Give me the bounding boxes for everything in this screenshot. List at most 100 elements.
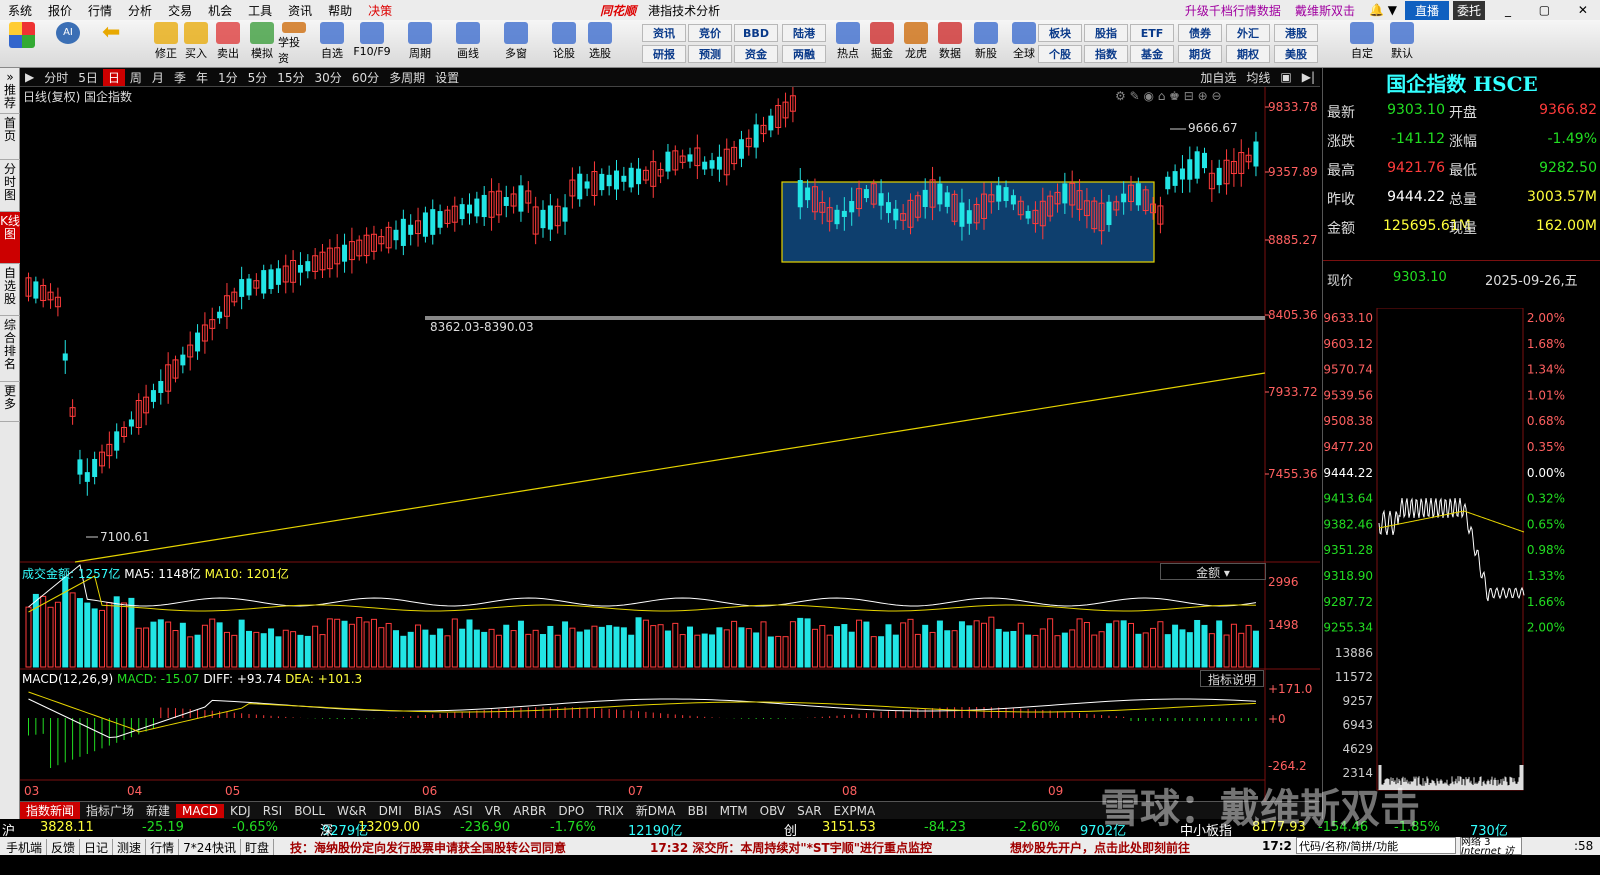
quick-link-top-4[interactable]: 板块 [1038,24,1082,42]
sidebar-item-recommend[interactable]: » 推荐 [0,68,20,114]
collapse-icon[interactable]: ▶| [1297,70,1320,84]
period-2[interactable]: 日 [102,68,125,86]
period-7[interactable]: 1分 [213,69,243,86]
quick-link-bottom-9[interactable]: 美股 [1274,45,1318,63]
quick-link-bottom-4[interactable]: 个股 [1038,45,1082,63]
toolbar-button-1[interactable]: 买入 [180,22,212,66]
indicator-tab-0[interactable]: 指数新闻 [20,802,81,819]
period-11[interactable]: 60分 [347,69,384,86]
menu-item-decision[interactable]: 决策 [360,2,400,19]
indicator-tab-2[interactable]: 新建 [140,802,176,819]
sidebar-item-ranking[interactable]: 综合排名 [0,316,20,382]
toolbar-button-16[interactable]: 新股 [970,22,1002,66]
upgrade-link[interactable]: 升级千档行情数据 [1185,2,1281,19]
search-input[interactable]: 代码/名称/简拼/功能 [1296,837,1456,854]
quick-link-top-9[interactable]: 港股 [1274,24,1318,42]
kline-chart[interactable]: 9666.67 7100.61 8362.03-8390.03 日线(复权) 国… [20,87,1320,801]
status-link-4[interactable]: 行情 [146,839,180,856]
news-ticker-2[interactable]: 17:32 深交所：本周持续对"*ST宇顺"进行重点监控 [650,839,932,856]
live-button[interactable]: 直播 [1404,0,1449,20]
sidebar-item-more[interactable]: 更多 [0,382,20,422]
add-watchlist-button[interactable]: 加自选 [1195,69,1241,86]
period-4[interactable]: 月 [147,69,169,86]
quick-link-bottom-3[interactable]: 两融 [782,45,826,63]
quick-link-top-7[interactable]: 债券 [1178,24,1222,42]
window-controls[interactable]: _ ▢ ✕ [1505,3,1600,17]
indicator-tab-17[interactable]: MTM [714,804,754,818]
indicator-tab-6[interactable]: BOLL [288,804,331,818]
quick-link-top-6[interactable]: ETF [1130,24,1174,42]
indicator-tab-19[interactable]: SAR [791,804,827,818]
user-name[interactable]: 戴维斯双击 [1295,2,1355,19]
period-12[interactable]: 多周期 [384,69,430,86]
quick-link-bottom-2[interactable]: 资金 [734,45,778,63]
home-logo-icon[interactable] [6,22,38,66]
indicator-tab-12[interactable]: ARBR [507,804,552,818]
toolbar-button-17[interactable]: 全球 [1008,22,1040,66]
back-arrow-icon[interactable]: ⬅ [98,22,130,66]
status-link-3[interactable]: 测速 [113,839,147,856]
menu-item-trade[interactable]: 交易 [160,2,200,19]
play-icon[interactable]: ▶ [20,70,39,84]
period-1[interactable]: 5日 [73,69,103,86]
quick-link-top-1[interactable]: 竞价 [688,24,732,42]
toolbar-button-3[interactable]: 模拟 [246,22,278,66]
toolbar-button-18[interactable]: 自定 [1346,22,1378,66]
toolbar-button-0[interactable]: 修正 [150,22,182,66]
indicator-tab-1[interactable]: 指标广场 [80,802,140,819]
indicator-help-button[interactable]: 指标说明 [1200,670,1264,687]
ai-icon[interactable]: AI [52,22,84,66]
indicator-tab-9[interactable]: BIAS [408,804,448,818]
menu-item-analysis[interactable]: 分析 [120,2,160,19]
menu-item-news[interactable]: 资讯 [280,2,320,19]
toolbar-button-5[interactable]: 自选 [316,22,348,66]
toolbar-button-9[interactable]: 多窗 [500,22,532,66]
quick-link-top-0[interactable]: 资讯 [642,24,686,42]
indicator-tab-13[interactable]: DPO [552,804,590,818]
quick-link-top-8[interactable]: 外汇 [1226,24,1270,42]
chart-tool-icons[interactable]: ⚙ ✎ ◉ ⌂ ♚ ⊟ ⊕ ⊖ [1115,89,1222,103]
sidebar-item-timeshare[interactable]: 分时图 [0,160,20,212]
toolbar-button-11[interactable]: 选股 [584,22,616,66]
period-13[interactable]: 设置 [430,69,464,86]
menu-item-opportunity[interactable]: 机会 [200,2,240,19]
sidebar-item-watchlist[interactable]: 自选股 [0,264,20,316]
period-5[interactable]: 季 [169,69,191,86]
volume-selector[interactable]: 金额 ▾ [1160,563,1266,580]
toolbar-button-8[interactable]: 画线 [452,22,484,66]
indicator-tab-11[interactable]: VR [479,804,508,818]
indicator-tab-16[interactable]: BBI [682,804,714,818]
status-link-1[interactable]: 反馈 [47,839,81,856]
status-link-2[interactable]: 日记 [80,839,114,856]
menu-item-help[interactable]: 帮助 [320,2,360,19]
indicator-tab-20[interactable]: EXPMA [828,804,882,818]
toolbar-button-15[interactable]: 数据 [934,22,966,66]
period-0[interactable]: 分时 [39,69,73,86]
quick-link-bottom-5[interactable]: 指数 [1084,45,1128,63]
quick-link-top-2[interactable]: BBD [734,24,778,42]
quick-link-bottom-1[interactable]: 预测 [688,45,732,63]
toolbar-button-14[interactable]: 龙虎 [900,22,932,66]
period-6[interactable]: 年 [191,69,213,86]
open-account-link[interactable]: 想炒股先开户，点击此处即刻前往 [1010,839,1190,856]
menu-item-system[interactable]: 系统 [0,2,40,19]
period-9[interactable]: 15分 [272,69,309,86]
indicator-tab-18[interactable]: OBV [754,804,792,818]
window-icon[interactable]: ▣ [1275,70,1296,84]
quick-link-bottom-8[interactable]: 期权 [1226,45,1270,63]
indicator-tab-5[interactable]: RSI [257,804,289,818]
sidebar-item-kline[interactable]: K线图 [0,212,20,264]
status-link-5[interactable]: 7*24快讯 [179,839,241,856]
quick-link-top-5[interactable]: 股指 [1084,24,1128,42]
toolbar-button-6[interactable]: F10/F9 [353,22,391,66]
menu-item-tools[interactable]: 工具 [240,2,280,19]
status-link-6[interactable]: 盯盘 [241,839,274,856]
entrust-button[interactable]: 委托 [1452,0,1485,20]
indicator-tab-8[interactable]: DMI [373,804,408,818]
period-3[interactable]: 周 [125,69,147,86]
intraday-chart[interactable]: 9633.10 9603.12 9570.74 9539.56 9508.38 9477.… [1323,308,1600,848]
status-link-0[interactable]: 手机端 [2,839,48,856]
period-8[interactable]: 5分 [243,69,273,86]
ma-button[interactable]: 均线 [1241,69,1275,86]
menu-item-quote[interactable]: 报价 [40,2,80,19]
